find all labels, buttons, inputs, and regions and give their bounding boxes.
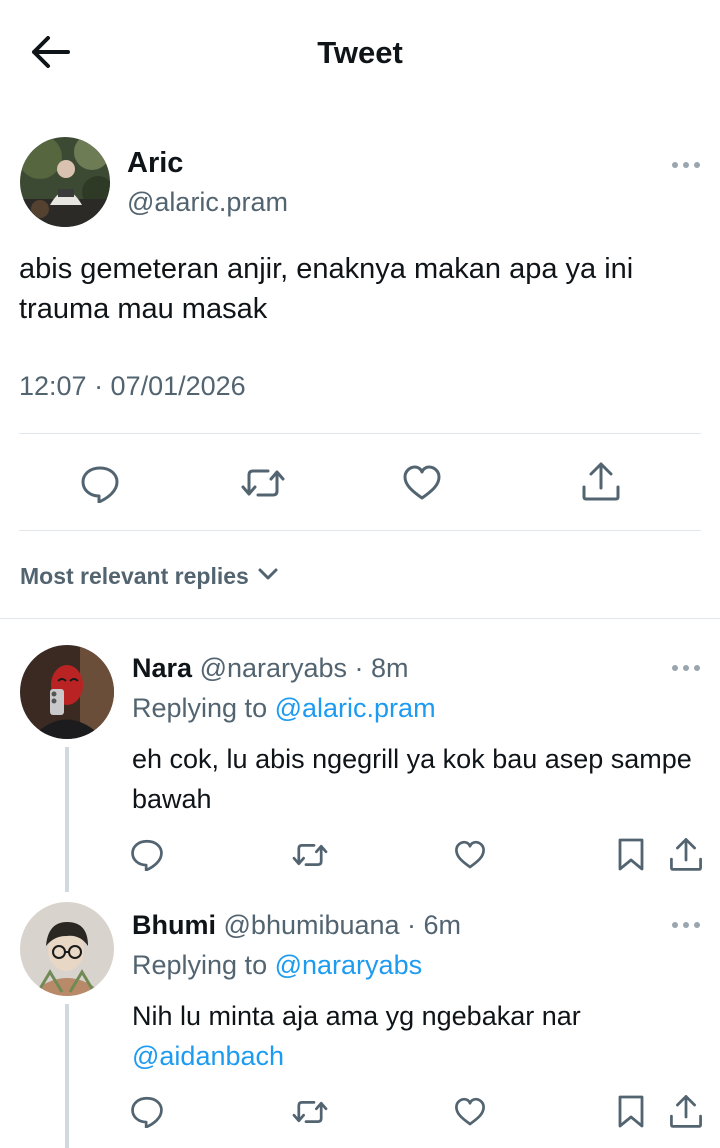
divider (19, 530, 701, 531)
more-options-icon[interactable] (670, 155, 702, 175)
retweet-icon[interactable] (291, 839, 329, 871)
share-icon[interactable] (668, 835, 704, 873)
reply-text-body: Nih lu minta aja ama yg ngebakar nar (132, 1001, 581, 1031)
chevron-down-icon (257, 566, 279, 587)
top-bar: Tweet (0, 0, 720, 105)
tweet-text: abis gemeteran anjir, enaknya makan apa … (19, 253, 634, 325)
bookmark-icon[interactable] (616, 1094, 646, 1130)
reply-icon[interactable] (130, 837, 164, 871)
like-icon[interactable] (402, 463, 442, 503)
thread-line (65, 1004, 69, 1148)
bookmark-icon[interactable] (616, 837, 646, 873)
reply-handle-time[interactable]: @nararyabs · 8m (200, 653, 409, 683)
more-options-icon[interactable] (670, 658, 702, 678)
thread-line (65, 747, 69, 892)
reply-text: Nih lu minta aja ama yg ngebakar nar @ai… (132, 996, 692, 1076)
reply-icon[interactable] (80, 463, 120, 503)
tweet-timestamp[interactable]: 12:07 · 07/01/2026 (19, 371, 246, 402)
sort-label: Most relevant replies (20, 562, 249, 589)
page-title: Tweet (317, 35, 403, 70)
avatar[interactable] (20, 902, 114, 996)
divider (0, 618, 720, 619)
retweet-icon[interactable] (291, 1096, 329, 1128)
reply-author-name[interactable]: Bhumi (132, 910, 216, 940)
replying-to-mention[interactable]: @nararyabs (275, 950, 422, 980)
avatar[interactable] (20, 137, 110, 227)
like-icon[interactable] (454, 1096, 486, 1128)
author-handle[interactable]: @alaric.pram (127, 187, 288, 218)
reply-author-name[interactable]: Nara (132, 653, 192, 683)
reply-icon[interactable] (130, 1094, 164, 1128)
sort-replies-dropdown[interactable]: Most relevant replies (20, 561, 279, 591)
retweet-icon[interactable] (240, 463, 286, 503)
replying-to-mention[interactable]: @alaric.pram (275, 693, 436, 723)
like-icon[interactable] (454, 839, 486, 871)
replying-to-label: Replying to (132, 693, 268, 723)
author-name[interactable]: Aric (127, 147, 183, 180)
more-options-icon[interactable] (670, 915, 702, 935)
replying-to: Replying to @nararyabs (132, 950, 422, 981)
reply-handle-time[interactable]: @bhumibuana · 6m (224, 910, 462, 940)
reply-mention-link[interactable]: @aidanbach (132, 1041, 284, 1071)
reply-header: Bhumi @bhumibuana · 6m (132, 910, 461, 941)
share-icon[interactable] (668, 1092, 704, 1130)
avatar[interactable] (20, 645, 114, 739)
replying-to: Replying to @alaric.pram (132, 693, 436, 724)
reply-text: eh cok, lu abis ngegrill ya kok bau asep… (132, 744, 692, 814)
reply-header: Nara @nararyabs · 8m (132, 653, 409, 684)
share-icon[interactable] (580, 459, 622, 503)
replying-to-label: Replying to (132, 950, 268, 980)
tweet-action-bar (0, 455, 720, 511)
divider (19, 433, 701, 434)
